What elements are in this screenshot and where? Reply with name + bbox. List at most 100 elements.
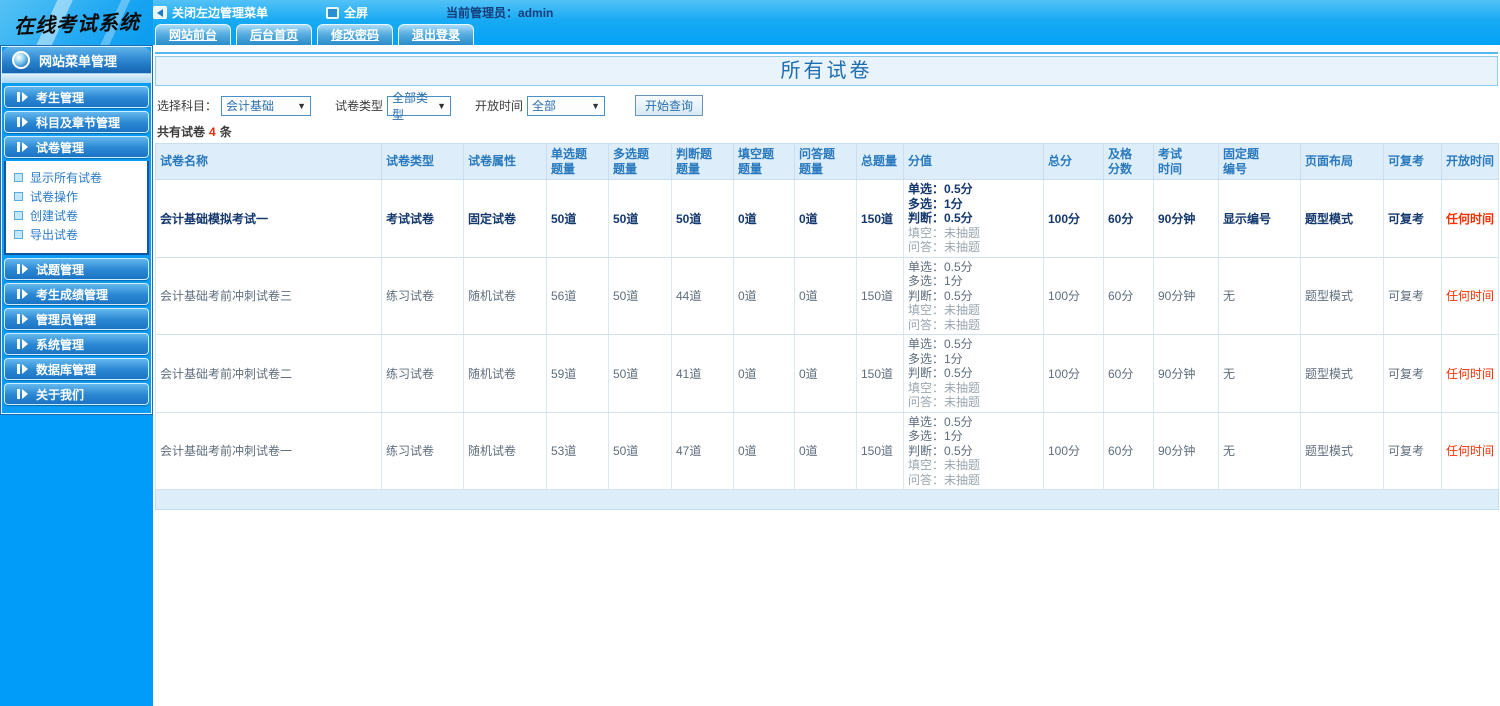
submenu-item-export-paper[interactable]: 导出试卷: [14, 225, 147, 244]
sidebar-item-examinee-mgmt[interactable]: 考生管理: [4, 86, 149, 108]
sidebar-item-paper-mgmt[interactable]: 试卷管理: [4, 136, 149, 158]
sidebar-item-label: 考生成绩管理: [36, 287, 109, 302]
score-line: 问答：未抽题: [908, 395, 981, 409]
paper-count-number: 4: [209, 125, 216, 139]
tab-admin-home[interactable]: 后台首页: [236, 24, 313, 45]
submenu-item-label: 显示所有试卷: [30, 171, 103, 185]
cell-paper-attr: 随机试卷: [463, 257, 547, 335]
score-line: 问答：未抽题: [908, 472, 981, 487]
cell-judge: 50道: [671, 179, 734, 258]
cell-blank: 0道: [733, 334, 795, 413]
cell-retake: 可复考: [1383, 412, 1442, 490]
score-line: 单选：0.5分: [908, 182, 973, 196]
cell-pass-score: 60分: [1103, 179, 1154, 258]
cell-total-score: 100分: [1043, 257, 1104, 335]
score-line: 填空：未抽题: [908, 225, 981, 240]
score-line: 多选：1分: [908, 351, 963, 366]
open-time-select-value: 全部: [532, 99, 557, 113]
paper-mgmt-submenu: 显示所有试卷 试卷操作 创建试卷 导出试卷: [4, 161, 149, 255]
cell-multi: 50道: [608, 412, 672, 490]
menu-arrow-icon: [17, 339, 28, 349]
collapse-left-menu-button[interactable]: 关闭左边管理菜单: [153, 4, 268, 21]
col-header-type: 试卷类型: [381, 143, 464, 180]
score-line: 多选：1分: [908, 429, 963, 443]
cell-fixed-no: 无: [1218, 412, 1301, 490]
cell-paper-type: 练习试卷: [381, 257, 464, 335]
cell-layout: 题型模式: [1300, 412, 1384, 490]
sidebar-item-label: 试卷管理: [36, 140, 85, 155]
tab-site-front[interactable]: 网站前台: [155, 24, 232, 45]
chevron-down-icon: ▼: [591, 100, 601, 111]
sidebar-item-system-mgmt[interactable]: 系统管理: [4, 333, 149, 355]
sidebar-item-score-mgmt[interactable]: 考生成绩管理: [4, 283, 149, 305]
chevron-down-icon: ▼: [437, 100, 447, 111]
cell-layout: 题型模式: [1300, 179, 1384, 258]
cell-fixed-no: 无: [1218, 257, 1301, 335]
sidebar: 在线考试系统 网站菜单管理 考生管理 科目及章节管理 试卷管理 显示所有试卷 试…: [0, 0, 153, 706]
col-header-blank: 填空题 题量: [733, 143, 795, 180]
sidebar-item-about-us[interactable]: 关于我们: [4, 383, 149, 405]
cell-judge: 47道: [671, 412, 734, 490]
paper-type-select[interactable]: 全部类型 ▼: [387, 91, 452, 122]
content-divider: [155, 52, 1498, 54]
submenu-item-paper-operations[interactable]: 试卷操作: [14, 187, 147, 206]
table-row: 会计基础考前冲刺试卷三 练习试卷 随机试卷 56道 50道 44道 0道 0道 …: [155, 257, 1499, 335]
col-header-open-time: 开放时间: [1441, 143, 1499, 180]
submenu-item-show-all-papers[interactable]: 显示所有试卷: [14, 168, 147, 187]
topbar: 关闭左边管理菜单 全屏 当前管理员：admin 网站前台 后台首页 修改密码 退…: [0, 0, 1500, 45]
paper-count-prefix: 共有试卷: [157, 125, 206, 139]
cell-paper-name: 会计基础考前冲刺试卷一: [155, 412, 382, 490]
col-header-name: 试卷名称: [155, 143, 382, 180]
sidebar-item-label: 系统管理: [36, 337, 85, 352]
cell-scores: 单选：0.5分 多选：1分 判断：0.5分 填空：未抽题 问答：未抽题: [903, 179, 1044, 258]
col-header-attr: 试卷属性: [463, 143, 547, 180]
cell-exam-time: 90分钟: [1153, 334, 1219, 413]
cell-single: 59道: [546, 334, 609, 413]
cell-layout: 题型模式: [1300, 334, 1384, 413]
menu-arrow-icon: [17, 264, 28, 274]
time-filter-label: 开放时间: [475, 99, 524, 113]
tab-logout[interactable]: 退出登录: [398, 24, 475, 45]
sidebar-item-label: 科目及章节管理: [36, 115, 121, 130]
score-line: 判断：0.5分: [908, 443, 973, 458]
filter-bar: 选择科目： 会计基础 ▼ 试卷类型 全部类型 ▼ 开放时间 全部 ▼ 开始查询: [157, 91, 1500, 122]
cell-total-score: 100分: [1043, 334, 1104, 413]
subject-filter-label: 选择科目：: [157, 99, 218, 113]
score-line: 单选：0.5分: [908, 414, 973, 429]
sidebar-item-admin-mgmt[interactable]: 管理员管理: [4, 308, 149, 330]
table-footer-bar: [155, 489, 1499, 510]
score-line: 填空：未抽题: [908, 380, 981, 395]
cell-fixed-no: 显示编号: [1218, 179, 1301, 258]
cell-layout: 题型模式: [1300, 257, 1384, 335]
cell-blank: 0道: [733, 412, 795, 490]
col-header-fixed-no: 固定题 编号: [1218, 143, 1301, 180]
submenu-item-create-paper[interactable]: 创建试卷: [14, 206, 147, 225]
cell-single: 56道: [546, 257, 609, 335]
submenu-item-label: 试卷操作: [30, 190, 79, 204]
cell-exam-time: 90分钟: [1153, 412, 1219, 490]
sidebar-item-question-mgmt[interactable]: 试题管理: [4, 258, 149, 280]
subject-select[interactable]: 会计基础 ▼: [221, 95, 312, 116]
type-filter-label: 试卷类型: [335, 99, 384, 113]
fullscreen-button[interactable]: 全屏: [326, 4, 368, 21]
open-time-select[interactable]: 全部 ▼: [527, 95, 606, 116]
start-query-button[interactable]: 开始查询: [635, 95, 704, 116]
col-header-score: 分值: [903, 143, 1044, 180]
col-header-judge: 判断题 题量: [671, 143, 734, 180]
topbar-actions: 关闭左边管理菜单 全屏 当前管理员：admin: [153, 4, 553, 21]
cell-pass-score: 60分: [1103, 412, 1154, 490]
score-line: 问答：未抽题: [908, 317, 981, 332]
score-line: 单选：0.5分: [908, 259, 973, 274]
sidebar-item-database-mgmt[interactable]: 数据库管理: [4, 358, 149, 380]
table-row: 会计基础考前冲刺试卷一 练习试卷 随机试卷 53道 50道 47道 0道 0道 …: [155, 412, 1499, 490]
score-line: 单选：0.5分: [908, 337, 973, 351]
menu-arrow-icon: [17, 142, 28, 152]
collapse-menu-label: 关闭左边管理菜单: [172, 6, 269, 20]
tab-change-password[interactable]: 修改密码: [317, 24, 394, 45]
cell-qa: 0道: [794, 257, 857, 335]
cell-multi: 50道: [608, 179, 672, 258]
sidebar-item-subject-chapter-mgmt[interactable]: 科目及章节管理: [4, 111, 149, 133]
cell-open-time: 任何时间: [1441, 334, 1499, 413]
sidebar-item-label: 关于我们: [36, 387, 85, 402]
col-header-pass-score: 及格 分数: [1103, 143, 1154, 180]
